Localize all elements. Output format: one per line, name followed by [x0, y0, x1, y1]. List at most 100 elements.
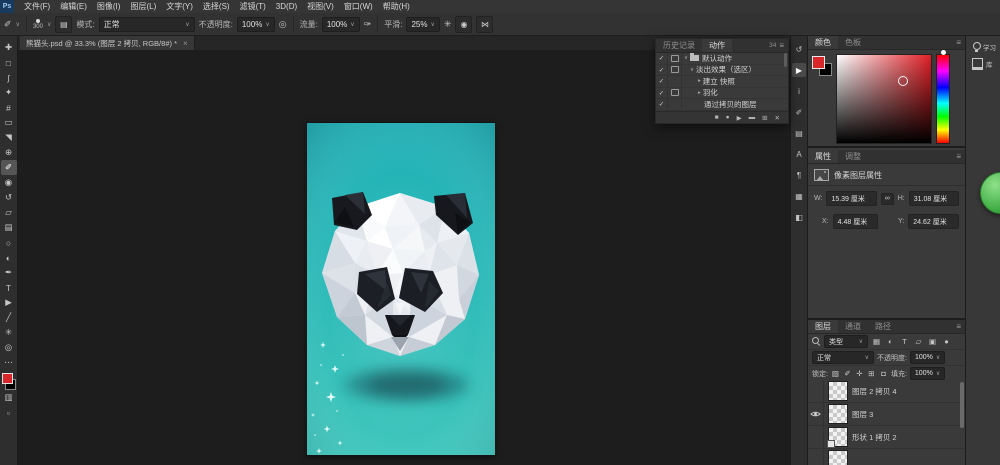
tab-swatches[interactable]: 色板	[838, 36, 868, 49]
visibility-toggle[interactable]	[808, 449, 824, 465]
tool-type[interactable]: T	[1, 280, 17, 295]
tool-dodge[interactable]: ◐	[1, 250, 17, 265]
new-action-icon[interactable]: ⊞	[762, 114, 767, 122]
tool-frame[interactable]: ▭	[1, 115, 17, 130]
clone-source-panel-icon[interactable]: ▤	[792, 126, 806, 140]
layer-row[interactable]: 形状 1 拷贝 2	[808, 426, 965, 449]
tool-blur[interactable]: ○	[1, 235, 17, 250]
panel-menu-icon[interactable]: ≡	[779, 41, 784, 50]
brush-tool-icon[interactable]: ✐	[4, 19, 12, 30]
tool-zoom[interactable]: ◎	[1, 340, 17, 355]
width-field[interactable]: 15.39 厘米	[826, 191, 876, 206]
document-tab[interactable]: 熊猫头.psd @ 33.3% (图层 2 拷贝, RGB/8#) * ×	[20, 36, 195, 50]
brush-settings-toggle-icon[interactable]: ▤	[55, 16, 72, 33]
layer-row[interactable]: 图层 3	[808, 403, 965, 426]
tab-channels[interactable]: 通道	[838, 320, 868, 333]
lock-pixels-icon[interactable]: ✐	[843, 369, 852, 378]
history-panel-icon[interactable]: ↺	[792, 42, 806, 56]
tool-healing[interactable]: ⊕	[1, 145, 17, 160]
smoothing-select[interactable]: 25% ∨	[406, 17, 439, 32]
tool-gradient[interactable]: ▤	[1, 220, 17, 235]
close-icon[interactable]: ×	[183, 39, 188, 48]
tool-history-brush[interactable]: ↺	[1, 190, 17, 205]
tool-eraser[interactable]: ▱	[1, 205, 17, 220]
expand-icon[interactable]: ▸	[698, 78, 701, 84]
libraries-panel-button[interactable]: 库	[966, 52, 1000, 70]
pressure-opacity-icon[interactable]: ◎	[279, 19, 287, 30]
tool-clone-stamp[interactable]: ◉	[1, 175, 17, 190]
menu-item-type[interactable]: 文字(Y)	[161, 1, 198, 12]
tool-eyedropper[interactable]: ◥	[1, 130, 17, 145]
tool-brush[interactable]: ✐	[1, 160, 17, 175]
filter-pixel-icon[interactable]: ▦	[871, 337, 882, 346]
tab-adjustments[interactable]: 调整	[838, 150, 868, 163]
play-icon[interactable]: ▶	[737, 114, 742, 122]
record-icon[interactable]: ●	[726, 114, 730, 121]
tool-move[interactable]: ✚	[1, 40, 17, 55]
expand-icon[interactable]: ∨	[690, 67, 694, 73]
tool-hand[interactable]: ✳	[1, 325, 17, 340]
flow-select[interactable]: 100% ∨	[322, 17, 360, 32]
layer-name[interactable]: 图层 2 拷贝 4	[852, 386, 897, 397]
dialog-toggle[interactable]	[668, 88, 682, 99]
color-picker-marker[interactable]	[898, 76, 908, 86]
filter-switch-icon[interactable]: ●	[941, 337, 952, 346]
dialog-toggle[interactable]	[668, 99, 682, 110]
layer-blend-mode-select[interactable]: 正常 ∨	[812, 351, 874, 364]
lock-all-icon[interactable]: ◘	[879, 369, 888, 378]
tab-actions[interactable]: 动作	[702, 39, 732, 52]
visibility-toggle[interactable]	[808, 426, 824, 448]
color-panel-swatches[interactable]	[812, 56, 834, 78]
scrollbar[interactable]	[960, 382, 964, 428]
airbrush-icon[interactable]: ✑	[364, 19, 372, 30]
smoothing-gear-icon[interactable]: ✳	[444, 19, 452, 30]
link-dimensions-icon[interactable]: ∞	[881, 193, 894, 205]
check-icon[interactable]: ✓	[656, 76, 668, 87]
action-row-vignette[interactable]: ✓ ∨ 淡出效果（选区）	[656, 65, 788, 77]
menu-item-3d[interactable]: 3D(D)	[271, 2, 302, 11]
foreground-color-swatch[interactable]	[2, 373, 13, 384]
dialog-toggle[interactable]	[668, 65, 682, 76]
paragraph-panel-icon[interactable]: ¶	[792, 168, 806, 182]
tool-crop[interactable]: #	[1, 100, 17, 115]
layer-thumbnail[interactable]	[828, 427, 848, 447]
brush-preset-picker[interactable]: 300	[33, 19, 43, 30]
dialog-toggle[interactable]	[668, 76, 682, 87]
lock-position-icon[interactable]: ✛	[855, 369, 864, 378]
lock-artboard-icon[interactable]: ⊞	[867, 369, 876, 378]
menu-item-image[interactable]: 图像(I)	[92, 1, 126, 12]
quick-mask-icon[interactable]: ▥	[1, 390, 17, 405]
layer-row[interactable]	[808, 449, 965, 465]
pressure-size-icon[interactable]: ◉	[455, 16, 472, 33]
tab-layers[interactable]: 图层	[808, 320, 838, 333]
panel-menu-icon[interactable]: ≡	[956, 38, 961, 47]
tool-marquee[interactable]: □	[1, 55, 17, 70]
fill-select[interactable]: 100% ∨	[910, 367, 945, 380]
adjustments-panel-icon[interactable]: ◧	[792, 210, 806, 224]
brush-tool-dropdown-icon[interactable]: ∨	[16, 21, 20, 28]
action-row-layer-via-copy[interactable]: ✓ 通过拷贝的图层	[656, 99, 788, 111]
action-row-make-snapshot[interactable]: ✓ ▸ 建立 快照	[656, 76, 788, 88]
new-set-icon[interactable]: ▬	[749, 114, 756, 121]
filter-smart-object-icon[interactable]: ▣	[927, 337, 938, 346]
filter-type-icon[interactable]: T	[899, 337, 910, 346]
layer-thumbnail[interactable]	[828, 381, 848, 401]
action-row-feather[interactable]: ✓ ▸ 羽化	[656, 88, 788, 100]
symmetry-icon[interactable]: ⋈	[476, 16, 493, 33]
panel-menu-icon[interactable]: ≡	[956, 322, 961, 331]
action-row-default-set[interactable]: ✓ ∨ 默认动作	[656, 53, 788, 65]
lock-transparency-icon[interactable]: ▨	[831, 369, 840, 378]
filter-adjustment-icon[interactable]: ◐	[885, 337, 896, 346]
hue-slider-marker[interactable]	[941, 50, 946, 55]
menu-item-view[interactable]: 视图(V)	[302, 1, 339, 12]
actions-panel-icon[interactable]: ▶	[792, 63, 806, 77]
character-panel-icon[interactable]: A	[792, 147, 806, 161]
brush-settings-panel-icon[interactable]: ✐	[792, 105, 806, 119]
expand-icon[interactable]: ▸	[698, 90, 701, 96]
opacity-select[interactable]: 100% ∨	[237, 17, 275, 32]
scrollbar[interactable]	[784, 53, 787, 67]
tab-paths[interactable]: 路径	[868, 320, 898, 333]
saturation-brightness-field[interactable]	[836, 54, 932, 144]
panel-menu-icon[interactable]: ≡	[956, 152, 961, 161]
menu-item-window[interactable]: 窗口(W)	[339, 1, 378, 12]
